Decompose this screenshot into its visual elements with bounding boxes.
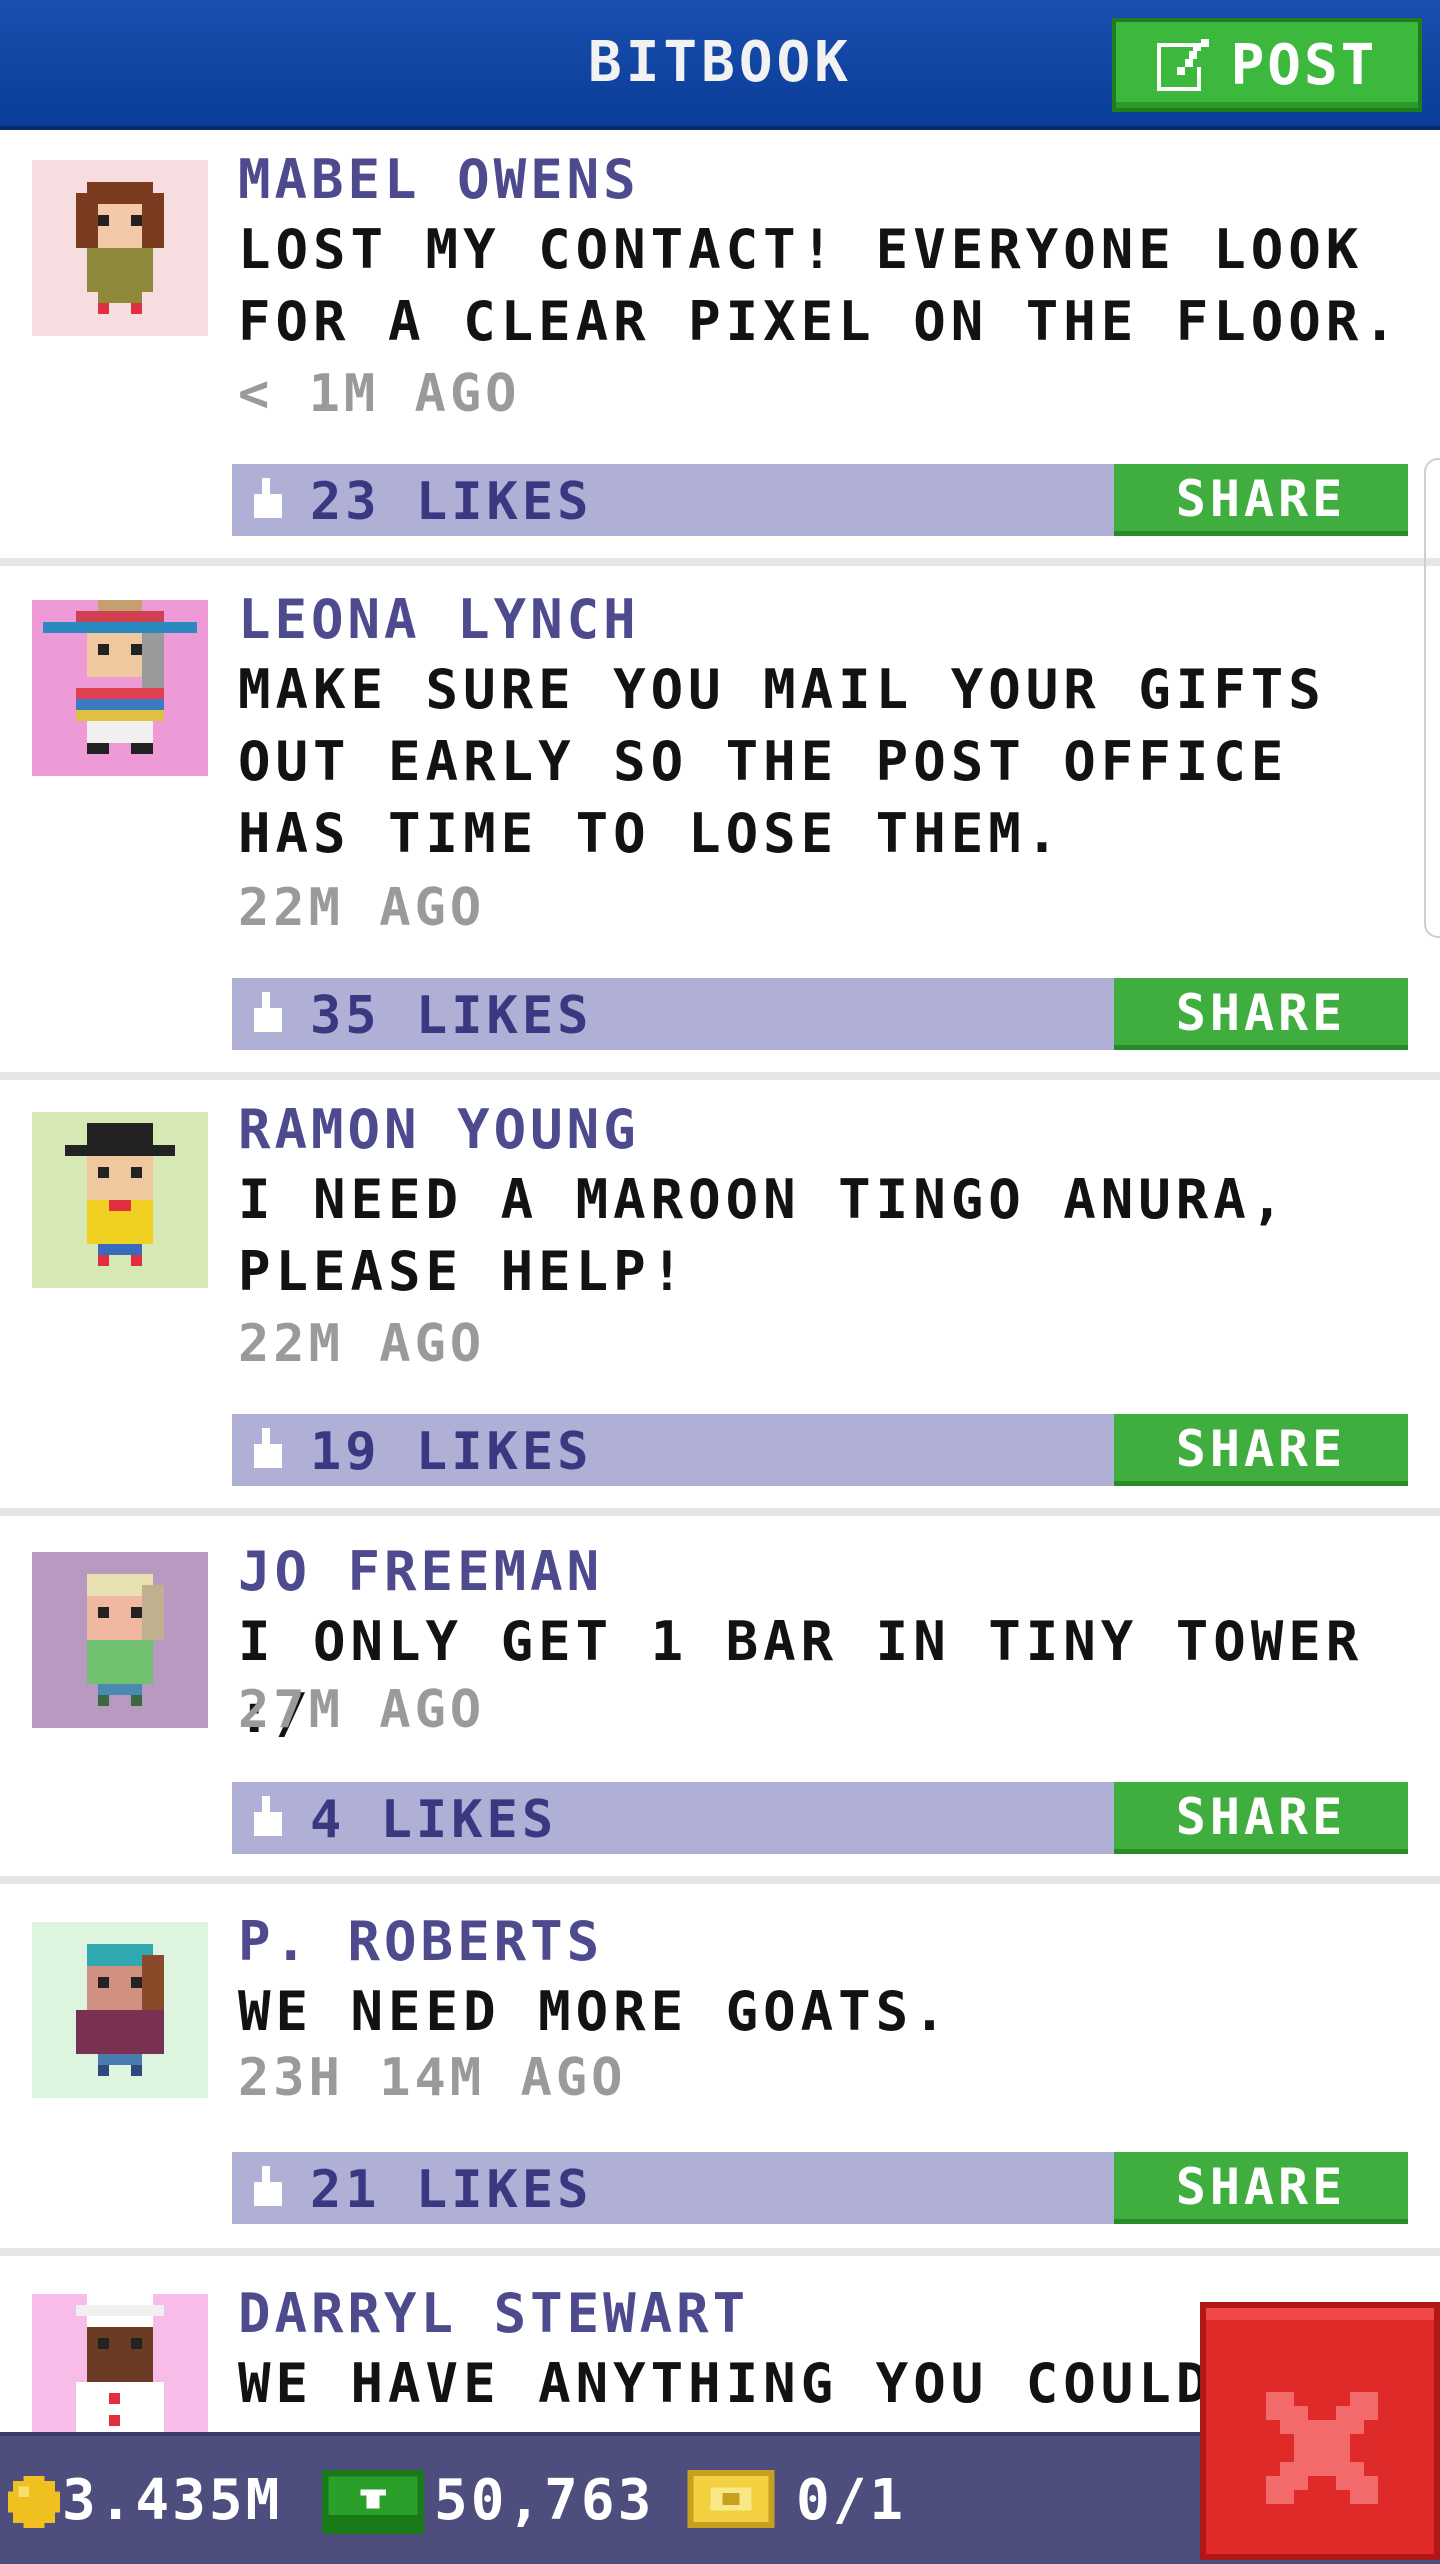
post-message: I NEED A MAROON TINGO ANURA, PLEASE HELP…	[238, 1168, 1289, 1303]
post-time: 22M AGO	[238, 878, 486, 938]
close-icon	[1266, 2392, 1378, 2504]
thumbs-up-icon[interactable]	[250, 1428, 286, 1468]
share-button[interactable]: SHARE	[1114, 1782, 1408, 1854]
post-time: 27M AGO	[238, 1680, 486, 1740]
post-divider	[0, 1508, 1440, 1516]
avatar[interactable]	[32, 160, 208, 336]
bux-icon	[322, 2470, 424, 2534]
post-author[interactable]: DARRYL STEWART	[238, 2282, 749, 2345]
bux-value: 50,763	[434, 2468, 655, 2533]
post-time: 22M AGO	[238, 1314, 486, 1374]
post-divider	[0, 558, 1440, 566]
share-button[interactable]: SHARE	[1114, 2152, 1408, 2224]
close-button[interactable]	[1200, 2302, 1440, 2560]
ticket-icon	[687, 2470, 775, 2528]
thumbs-up-icon[interactable]	[250, 478, 286, 518]
post-message: WE NEED MORE GOATS.	[238, 1980, 951, 2043]
post-button-label: POST	[1230, 32, 1378, 98]
feed-post-p-roberts: P. ROBERTS WE NEED MORE GOATS. 23H 14M A…	[0, 1888, 1440, 2256]
coins-value: 3.435M	[62, 2468, 283, 2533]
post-author[interactable]: P. ROBERTS	[238, 1910, 603, 1973]
thumbs-up-icon[interactable]	[250, 992, 286, 1032]
scrollbar[interactable]	[1424, 458, 1440, 938]
post-time: < 1M AGO	[238, 364, 521, 424]
post-author[interactable]: RAMON YOUNG	[238, 1098, 640, 1161]
post-button[interactable]: POST	[1112, 18, 1422, 112]
likes-count: 21 LIKES	[310, 2160, 593, 2220]
likes-count: 23 LIKES	[310, 472, 593, 532]
feed-post-mabel-owens: MABEL OWENS LOST MY CONTACT! EVERYONE LO…	[0, 130, 1440, 566]
feed-post-leona-lynch: LEONA LYNCH MAKE SURE YOU MAIL YOUR GIFT…	[0, 566, 1440, 1080]
avatar[interactable]	[32, 1552, 208, 1728]
app-header: BITBOOK POST	[0, 0, 1440, 130]
post-divider	[0, 1876, 1440, 1884]
likes-count: 35 LIKES	[310, 986, 593, 1046]
post-author[interactable]: LEONA LYNCH	[238, 588, 640, 651]
post-author[interactable]: JO FREEMAN	[238, 1540, 603, 1603]
likes-bar: 19 LIKES SHARE	[232, 1414, 1408, 1486]
likes-count: 19 LIKES	[310, 1422, 593, 1482]
likes-bar: 4 LIKES SHARE	[232, 1782, 1408, 1854]
feed-post-ramon-young: RAMON YOUNG I NEED A MAROON TINGO ANURA,…	[0, 1080, 1440, 1516]
thumbs-up-icon[interactable]	[250, 1796, 286, 1836]
coin-icon	[8, 2476, 60, 2528]
avatar[interactable]	[32, 600, 208, 776]
thumbs-up-icon[interactable]	[250, 2166, 286, 2206]
post-divider	[0, 2248, 1440, 2256]
feed-post-jo-freeman: JO FREEMAN I ONLY GET 1 BAR IN TINY TOWE…	[0, 1520, 1440, 1884]
likes-bar: 23 LIKES SHARE	[232, 464, 1408, 536]
share-button[interactable]: SHARE	[1114, 978, 1408, 1050]
avatar[interactable]	[32, 1112, 208, 1288]
likes-bar: 21 LIKES SHARE	[232, 2152, 1408, 2224]
avatar[interactable]	[32, 1922, 208, 2098]
likes-bar: 35 LIKES SHARE	[232, 978, 1408, 1050]
post-divider	[0, 1072, 1440, 1080]
post-message: LOST MY CONTACT! EVERYONE LOOK FOR A CLE…	[238, 218, 1401, 353]
tickets-value: 0/1	[796, 2468, 907, 2533]
post-message: MAKE SURE YOU MAIL YOUR GIFTS OUT EARLY …	[238, 658, 1326, 865]
share-button[interactable]: SHARE	[1114, 1414, 1408, 1486]
edit-icon	[1156, 39, 1209, 91]
post-time: 23H 14M AGO	[238, 2048, 627, 2108]
likes-count: 4 LIKES	[310, 1790, 558, 1850]
post-author[interactable]: MABEL OWENS	[238, 148, 640, 211]
share-button[interactable]: SHARE	[1114, 464, 1408, 536]
